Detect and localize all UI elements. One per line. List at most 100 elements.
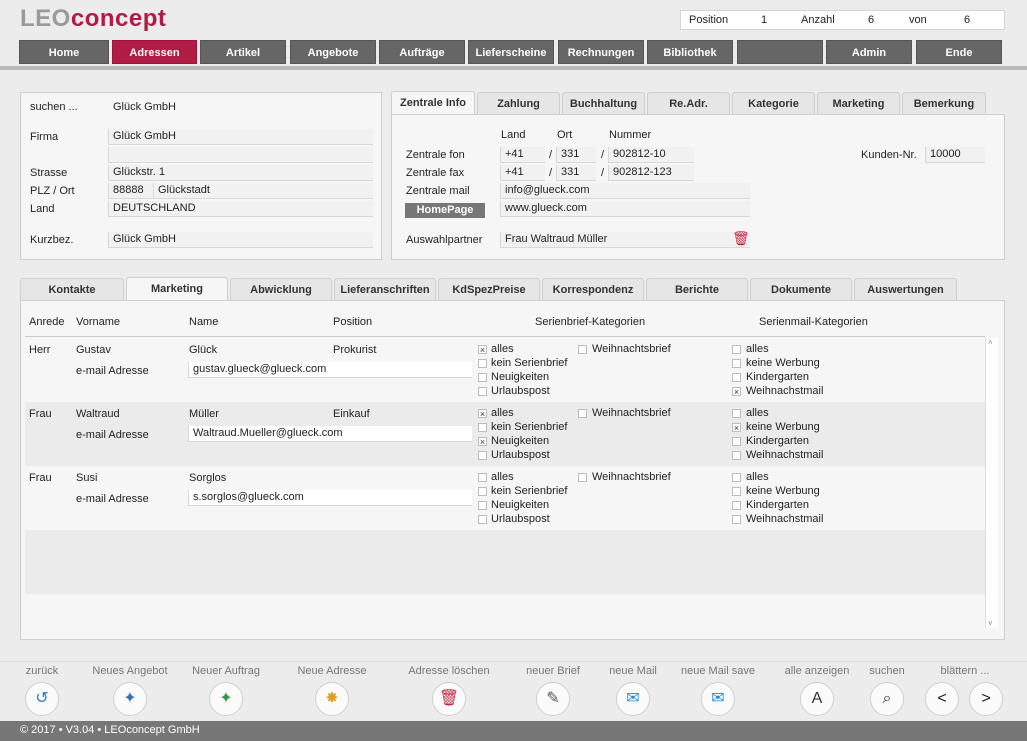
new-offer-icon[interactable]: ✦ <box>113 682 147 716</box>
tab-readr[interactable]: Re.Adr. <box>647 92 730 114</box>
auswahl-field[interactable]: Frau Waltraud Müller <box>500 232 750 248</box>
tab-kdspezpreise[interactable]: KdSpezPreise <box>438 278 540 300</box>
serienmail-checkbox[interactable]: × <box>732 423 741 433</box>
homepage-button[interactable]: HomePage <box>405 203 485 218</box>
serienbrief-checkbox[interactable] <box>478 359 487 368</box>
fax-ort-field[interactable]: 331 <box>556 165 596 181</box>
header-divider <box>25 336 985 337</box>
contacts-scrollbar[interactable]: ˄ ˅ <box>985 338 998 628</box>
fon-ort-field[interactable]: 331 <box>556 147 596 163</box>
serienmail-checkbox[interactable] <box>732 451 741 460</box>
serienmail-checkbox[interactable] <box>732 515 741 524</box>
nav-angebote[interactable]: Angebote <box>290 40 376 64</box>
tab-kontakte[interactable]: Kontakte <box>20 278 124 300</box>
fax-land-field[interactable]: +41 <box>500 165 545 181</box>
tab-zentrale-info[interactable]: Zentrale Info <box>391 91 475 115</box>
nav-lieferscheine[interactable]: Lieferscheine <box>468 40 554 64</box>
serienbrief-checkbox[interactable] <box>478 473 487 482</box>
serienbrief-checkbox[interactable] <box>478 451 487 460</box>
nav-rechnungen[interactable]: Rechnungen <box>558 40 644 64</box>
serienmail-label: Kindergarten <box>746 499 809 511</box>
firma-label: Firma <box>30 131 59 143</box>
nav-artikel[interactable]: Artikel <box>200 40 286 64</box>
mail-icon[interactable]: ✉ <box>616 682 650 716</box>
plz-field[interactable]: 88888 <box>108 183 153 199</box>
serienmail-checkbox[interactable] <box>732 487 741 496</box>
ort-field[interactable]: Glückstadt <box>153 183 373 199</box>
next-record-button[interactable]: > <box>969 682 1003 716</box>
mail-save-icon[interactable]: ✉ <box>701 682 735 716</box>
scroll-down-icon[interactable]: ˅ <box>988 619 993 628</box>
nav-ende[interactable]: Ende <box>916 40 1002 64</box>
tab-dokumente[interactable]: Dokumente <box>750 278 852 300</box>
suchen-value[interactable]: Glück GmbH <box>113 101 176 113</box>
fon-land-field[interactable]: +41 <box>500 147 545 163</box>
nav-auftraege[interactable]: Aufträge <box>379 40 465 64</box>
email-field[interactable]: Waltraud.Mueller@glueck.com <box>188 426 472 442</box>
letter-icon[interactable]: ✎ <box>536 682 570 716</box>
tab-bemerkung[interactable]: Bemerkung <box>902 92 986 114</box>
new-order-icon[interactable]: ✦ <box>209 682 243 716</box>
back-arrow-icon[interactable]: ↺ <box>25 682 59 716</box>
firma2-field[interactable] <box>108 147 373 163</box>
prev-record-button[interactable]: < <box>925 682 959 716</box>
serienbrief-checkbox[interactable] <box>478 387 487 396</box>
tab-lieferanschriften[interactable]: Lieferanschriften <box>334 278 436 300</box>
strasse-field[interactable]: Glückstr. 1 <box>108 165 373 181</box>
col-name: Name <box>189 316 219 328</box>
serienbrief-label: kein Serienbrief <box>491 485 568 497</box>
serienmail-checkbox[interactable] <box>732 437 741 446</box>
serienmail-checkbox[interactable]: × <box>732 387 741 397</box>
contact-vorname: Susi <box>76 472 98 484</box>
tab-kategorie[interactable]: Kategorie <box>732 92 815 114</box>
land-field[interactable]: DEUTSCHLAND <box>108 201 373 217</box>
serienmail-checkbox[interactable] <box>732 409 741 418</box>
nav-admin[interactable]: Admin <box>826 40 912 64</box>
tab-zahlung[interactable]: Zahlung <box>477 92 560 114</box>
mail-field[interactable]: info@glueck.com <box>500 183 750 199</box>
fon-slash-2: / <box>601 149 605 161</box>
nav-adressen[interactable]: Adressen <box>112 40 197 64</box>
email-field[interactable]: gustav.glueck@glueck.com <box>188 362 472 378</box>
serienmail-checkbox[interactable] <box>732 345 741 354</box>
serienmail-checkbox[interactable] <box>732 359 741 368</box>
tab-buchhaltung[interactable]: Buchhaltung <box>562 92 645 114</box>
serienmail-checkbox[interactable] <box>732 473 741 482</box>
new-address-icon[interactable]: ✸ <box>315 682 349 716</box>
serienmail-label: Weihnachstmail <box>746 513 824 525</box>
firma-field[interactable]: Glück GmbH <box>108 129 373 145</box>
serienbrief-checkbox[interactable]: × <box>478 409 487 419</box>
serienbrief-checkbox[interactable] <box>478 487 487 496</box>
tab-marketing-info[interactable]: Marketing <box>817 92 900 114</box>
kurzbez-field[interactable]: Glück GmbH <box>108 232 373 248</box>
scroll-up-icon[interactable]: ˄ <box>988 338 993 347</box>
email-field[interactable]: s.sorglos@glueck.com <box>188 490 472 506</box>
serienbrief-checkbox[interactable] <box>478 501 487 510</box>
tab-korrespondenz[interactable]: Korrespondenz <box>542 278 644 300</box>
serienbrief-checkbox[interactable] <box>478 373 487 382</box>
kunden-field[interactable]: 10000 <box>925 147 985 163</box>
tab-berichte[interactable]: Berichte <box>646 278 748 300</box>
nav-home[interactable]: Home <box>19 40 109 64</box>
serienbrief-checkbox[interactable] <box>478 515 487 524</box>
serienmail-checkbox[interactable] <box>732 373 741 382</box>
tab-abwicklung[interactable]: Abwicklung <box>230 278 332 300</box>
serienbrief-checkbox[interactable]: × <box>478 437 487 447</box>
fon-nummer-field[interactable]: 902812-10 <box>608 147 694 163</box>
homepage-field[interactable]: www.glueck.com <box>500 201 750 217</box>
fax-nummer-field[interactable]: 902812-123 <box>608 165 694 181</box>
weihnachtsbrief-checkbox[interactable] <box>578 473 587 482</box>
delete-partner-icon[interactable]: 🗑 <box>732 230 750 248</box>
serienbrief-checkbox[interactable]: × <box>478 345 487 355</box>
nav-bibliothek[interactable]: Bibliothek <box>647 40 733 64</box>
search-icon[interactable]: ⌕ <box>870 682 904 716</box>
serienmail-checkbox[interactable] <box>732 501 741 510</box>
show-all-icon[interactable]: A <box>800 682 834 716</box>
weihnachtsbrief-checkbox[interactable] <box>578 409 587 418</box>
weihnachtsbrief-checkbox[interactable] <box>578 345 587 354</box>
tab-marketing[interactable]: Marketing <box>126 277 228 301</box>
nav-empty[interactable] <box>737 40 823 64</box>
trash-icon[interactable]: 🗑 <box>432 682 466 716</box>
serienbrief-checkbox[interactable] <box>478 423 487 432</box>
tab-auswertungen[interactable]: Auswertungen <box>854 278 957 300</box>
